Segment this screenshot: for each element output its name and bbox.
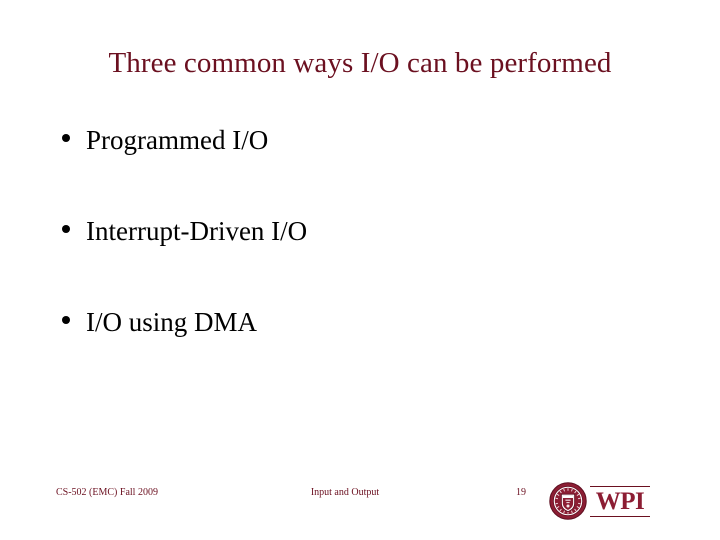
wpi-logo: WPI — [549, 481, 651, 521]
bullet-label-1: Programmed I/O — [86, 125, 269, 155]
bullet-item-1: Programmed I/O — [56, 124, 656, 215]
bullet-list: Programmed I/O Interrupt-Driven I/O I/O … — [56, 124, 656, 397]
slide-title: Three common ways I/O can be performed — [108, 47, 612, 79]
bullet-label-3: I/O using DMA — [86, 307, 258, 337]
bullet-item-2: Interrupt-Driven I/O — [56, 215, 656, 306]
wpi-wordmark: WPI — [590, 482, 650, 520]
footer-topic-label: Input and Output — [310, 487, 380, 498]
bullet-marker-icon — [62, 225, 70, 233]
wpi-rule-bottom — [590, 516, 650, 517]
wpi-rule-top — [590, 486, 650, 487]
footer-page-number: 19 — [516, 487, 526, 498]
wpi-wordmark-label: WPI — [595, 488, 645, 515]
bullet-label-2: Interrupt-Driven I/O — [86, 216, 308, 246]
footer-course-label: CS-502 (EMC) Fall 2009 — [56, 487, 158, 498]
wpi-seal-icon — [549, 482, 587, 520]
bullet-item-3: I/O using DMA — [56, 306, 656, 397]
slide-footer: CS-502 (EMC) Fall 2009 Input and Output … — [0, 481, 720, 521]
slide: Three common ways I/O can be performed P… — [0, 0, 720, 540]
bullet-marker-icon — [62, 134, 70, 142]
bullet-marker-icon — [62, 316, 70, 324]
